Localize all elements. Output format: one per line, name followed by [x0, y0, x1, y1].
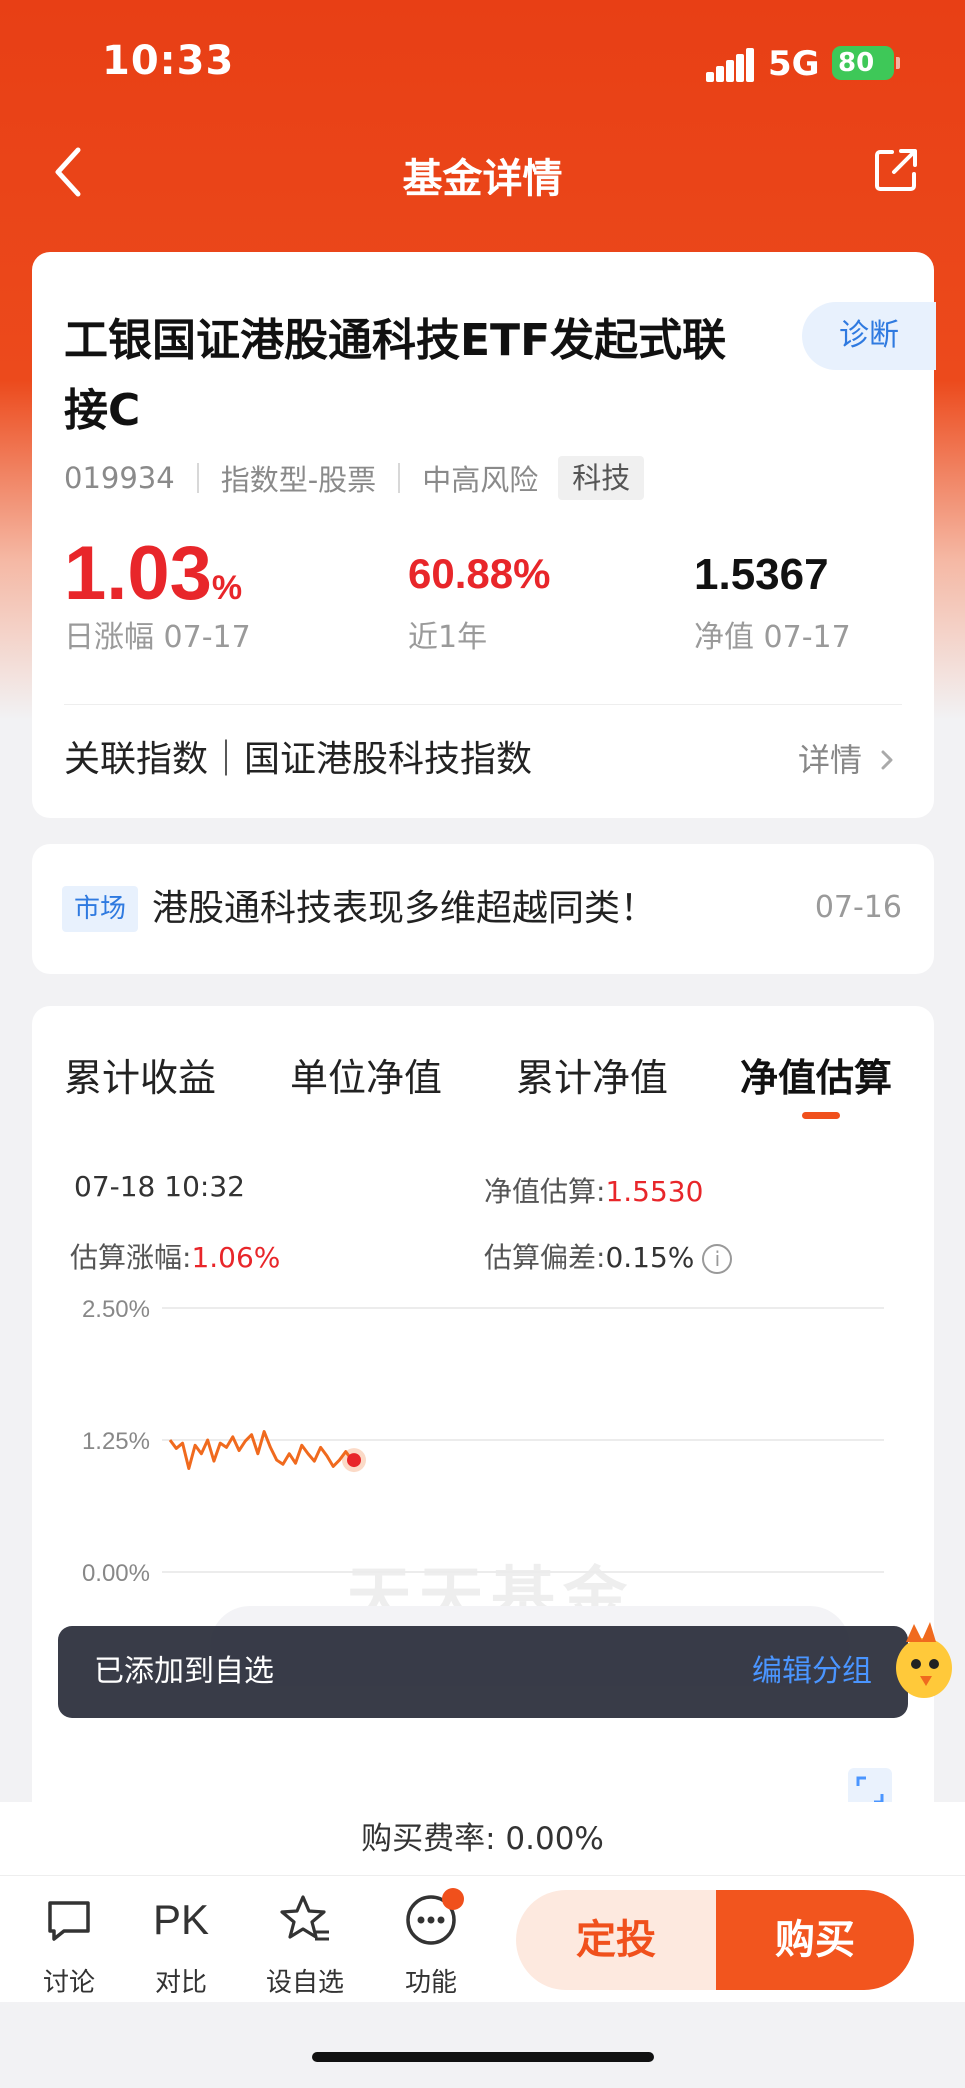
estimate-line — [168, 1430, 354, 1471]
toast-message: 已添加到自选 — [94, 1654, 274, 1689]
news-headline: 港股通科技表现多维超越同类！ — [152, 888, 657, 929]
daily-change-unit: % — [211, 569, 243, 607]
notification-dot — [442, 1888, 464, 1910]
fund-meta-row: 019934 指数型-股票 中高风险 科技 — [64, 456, 645, 500]
toast: 已添加到自选 编辑分组 — [58, 1626, 908, 1718]
news-date: 07-16 — [814, 890, 902, 925]
year-return-label: 近1年 — [408, 620, 488, 655]
nav-stat: 1.5367 净值 07-17 — [694, 550, 851, 655]
news-card[interactable]: 市场 港股通科技表现多维超越同类！ 07-16 — [32, 844, 934, 974]
related-index-label: 关联指数｜国证港股科技指数 — [64, 739, 533, 780]
battery-tip — [896, 57, 900, 69]
battery-icon: 80 — [832, 46, 894, 80]
star-icon — [260, 1890, 350, 1950]
nav-label: 净值 07-17 — [694, 620, 851, 655]
year-return-value: 60.88% — [408, 550, 551, 597]
status-time: 10:33 — [102, 38, 235, 84]
network-label: 5G — [768, 44, 820, 84]
meta-divider — [398, 463, 401, 493]
current-point — [347, 1453, 361, 1468]
home-area — [0, 2002, 965, 2088]
status-bar: 10:33 5G 80 — [0, 0, 965, 130]
daily-change-label: 日涨幅 07-17 — [64, 620, 251, 655]
chat-bubble-icon — [24, 1890, 114, 1950]
compare-button[interactable]: PK 对比 — [136, 1890, 226, 1999]
related-index-row[interactable]: 关联指数｜国证港股科技指数 详情 — [64, 730, 902, 790]
fund-risk: 中高风险 — [422, 463, 539, 497]
card-divider — [64, 704, 902, 705]
fund-info-card: 工银国证港股通科技ETF发起式联接C 诊断 019934 指数型-股票 中高风险… — [32, 252, 936, 818]
fund-tag: 科技 — [558, 456, 645, 500]
discuss-button[interactable]: 讨论 — [24, 1890, 114, 1999]
daily-change-stat: 1.03% 日涨幅 07-17 — [64, 530, 251, 655]
diagnose-button[interactable]: 诊断 — [802, 302, 936, 370]
fund-code: 019934 — [64, 461, 175, 495]
watchlist-label: 设自选 — [265, 1968, 344, 1998]
page-title: 基金详情 — [402, 156, 563, 202]
buy-button[interactable]: 购买 — [716, 1890, 914, 1990]
functions-button[interactable]: 功能 — [386, 1888, 476, 1999]
functions-label: 功能 — [404, 1968, 457, 1998]
pk-icon: PK — [152, 1896, 210, 1943]
mascot-icon[interactable] — [884, 1612, 956, 1704]
nav-value: 1.5367 — [694, 550, 829, 599]
year-return-stat: 60.88% 近1年 — [408, 550, 551, 655]
purchase-fee-row: 购买费率: 0.00% — [0, 1802, 965, 1876]
y-tick-label: 0.00% — [82, 1560, 150, 1587]
y-tick-label: 2.50% — [82, 1296, 150, 1323]
news-tag: 市场 — [62, 886, 139, 932]
add-watchlist-button[interactable]: 设自选 — [260, 1890, 350, 1999]
fund-name: 工银国证港股通科技ETF发起式联接C — [64, 315, 727, 436]
fund-type: 指数型-股票 — [220, 463, 377, 497]
detail-label: 详情 — [797, 741, 862, 779]
share-icon[interactable] — [872, 146, 920, 194]
compare-label: 对比 — [154, 1968, 207, 1998]
y-tick-label: 1.25% — [82, 1428, 150, 1455]
daily-change-value: 1.03 — [64, 531, 212, 616]
index-detail-link[interactable]: 详情 — [798, 730, 902, 790]
bottom-action-bar: 讨论 PK 对比 设自选 功能 定投 购买 — [0, 1876, 965, 2002]
home-indicator — [312, 2052, 654, 2062]
signal-icon — [706, 48, 754, 82]
chevron-right-icon — [881, 750, 893, 770]
edit-group-link[interactable]: 编辑分组 — [752, 1626, 872, 1718]
battery-level: 80 — [838, 48, 875, 78]
discuss-label: 讨论 — [42, 1968, 95, 1998]
meta-divider — [196, 463, 199, 493]
auto-invest-button[interactable]: 定投 — [516, 1890, 716, 1990]
